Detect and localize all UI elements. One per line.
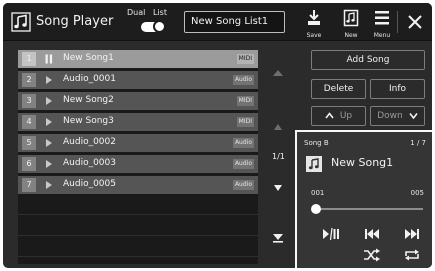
list-label: List bbox=[153, 8, 167, 17]
song-type-badge: Audio bbox=[232, 180, 254, 190]
move-up-button[interactable]: Up bbox=[311, 106, 366, 126]
play-icon bbox=[46, 181, 52, 189]
previous-button[interactable] bbox=[363, 227, 383, 243]
save-icon bbox=[308, 10, 320, 25]
empty-row bbox=[18, 197, 258, 215]
menu-button[interactable]: Menu bbox=[368, 7, 396, 39]
new-button[interactable]: New bbox=[337, 7, 365, 39]
move-up-label: Up bbox=[339, 111, 353, 121]
next-button[interactable] bbox=[403, 227, 423, 243]
move-down-button[interactable]: Down bbox=[370, 106, 425, 126]
progress-knob[interactable] bbox=[311, 204, 321, 214]
info-button[interactable]: Info bbox=[370, 79, 425, 99]
save-button[interactable]: Save bbox=[300, 7, 328, 39]
song-row-6[interactable]: 6 Audio_0003 Audio bbox=[18, 155, 258, 173]
music-note-icon bbox=[11, 12, 31, 32]
scroll-top-icon[interactable] bbox=[271, 68, 285, 80]
pause-icon bbox=[45, 54, 53, 64]
song-number: 5 bbox=[22, 136, 36, 150]
song-row-1[interactable]: 1 New Song1 MIDI bbox=[18, 50, 258, 68]
add-song-button[interactable]: Add Song bbox=[311, 50, 425, 70]
menu-label: Menu bbox=[373, 32, 391, 39]
song-row-2[interactable]: 2 Audio_0001 Audio bbox=[18, 71, 258, 89]
play-icon bbox=[46, 160, 52, 168]
song-name: Audio_0002 bbox=[63, 137, 116, 147]
shuffle-icon bbox=[364, 248, 380, 262]
song-type-badge: MIDI bbox=[236, 117, 254, 127]
toolbar-divider bbox=[397, 11, 398, 33]
fast-forward-icon bbox=[405, 229, 419, 239]
app-title: Song Player bbox=[36, 14, 114, 29]
title-bar: Song Player Dual List New Song List1 Sav… bbox=[3, 3, 432, 41]
page-indicator: 1/1 bbox=[272, 152, 285, 161]
bar-start: 001 bbox=[311, 189, 325, 197]
song-number: 6 bbox=[22, 157, 36, 171]
toggle-knob bbox=[153, 20, 166, 33]
song-number: 7 bbox=[22, 178, 36, 192]
song-row-3[interactable]: 3 New Song2 MIDI bbox=[18, 92, 258, 110]
song-number: 2 bbox=[22, 73, 36, 87]
song-type-badge: Audio bbox=[232, 138, 254, 148]
empty-row bbox=[18, 218, 258, 236]
dual-label: Dual bbox=[127, 8, 146, 17]
play-icon bbox=[46, 76, 52, 84]
menu-icon bbox=[375, 11, 389, 25]
song-type-badge: MIDI bbox=[236, 54, 254, 64]
song-slot-label: Song B bbox=[304, 139, 329, 147]
bar-end: 005 bbox=[410, 189, 424, 197]
song-name: New Song1 bbox=[63, 53, 114, 63]
song-music-icon bbox=[306, 156, 322, 172]
play-pause-button[interactable] bbox=[321, 227, 341, 243]
chevron-down-icon bbox=[409, 113, 418, 120]
repeat-button[interactable] bbox=[403, 248, 423, 264]
play-icon bbox=[46, 139, 52, 147]
new-label: New bbox=[344, 32, 358, 39]
scroll-down-icon[interactable] bbox=[271, 182, 285, 194]
song-row-4[interactable]: 4 New Song3 MIDI bbox=[18, 113, 258, 131]
song-player-panel: Song B 1 / 7 New Song1 001 005 bbox=[295, 130, 432, 268]
close-icon[interactable] bbox=[405, 12, 425, 32]
empty-row bbox=[18, 239, 258, 257]
scroll-up-icon[interactable] bbox=[271, 121, 285, 133]
song-type-badge: MIDI bbox=[236, 96, 254, 106]
move-down-label: Down bbox=[377, 111, 403, 121]
song-name: Audio_0005 bbox=[63, 179, 116, 189]
repeat-icon bbox=[405, 249, 419, 261]
song-number: 3 bbox=[22, 94, 36, 108]
song-row-5[interactable]: 5 Audio_0002 Audio bbox=[18, 134, 258, 152]
song-number: 1 bbox=[22, 52, 36, 66]
shuffle-button[interactable] bbox=[363, 248, 383, 264]
play-icon bbox=[46, 118, 52, 126]
save-label: Save bbox=[306, 32, 322, 39]
current-song-name: New Song1 bbox=[331, 156, 394, 169]
play-pause-icon bbox=[323, 227, 339, 241]
song-position: 1 / 7 bbox=[410, 139, 426, 147]
chevron-up-icon bbox=[325, 112, 334, 119]
progress-track[interactable] bbox=[316, 208, 423, 210]
delete-button[interactable]: Delete bbox=[311, 79, 366, 99]
song-row-7[interactable]: 7 Audio_0005 Audio bbox=[18, 176, 258, 194]
play-icon bbox=[46, 97, 52, 105]
song-player-window: Song Player Dual List New Song List1 Sav… bbox=[3, 3, 432, 268]
song-name: New Song2 bbox=[63, 95, 114, 105]
scroll-bottom-icon[interactable] bbox=[271, 232, 285, 244]
song-list-name-field[interactable]: New Song List1 bbox=[184, 11, 285, 33]
song-type-badge: Audio bbox=[232, 75, 254, 85]
rewind-icon bbox=[365, 229, 379, 239]
new-list-icon bbox=[343, 9, 359, 27]
song-name: New Song3 bbox=[63, 116, 114, 126]
song-number: 4 bbox=[22, 115, 36, 129]
song-name: Audio_0001 bbox=[63, 74, 116, 84]
dual-list-toggle[interactable]: Dual List bbox=[127, 8, 175, 36]
song-list: 1 New Song1 MIDI 2 Audio_0001 Audio 3 Ne… bbox=[18, 50, 258, 264]
song-type-badge: Audio bbox=[232, 159, 254, 169]
song-name: Audio_0003 bbox=[63, 158, 116, 168]
